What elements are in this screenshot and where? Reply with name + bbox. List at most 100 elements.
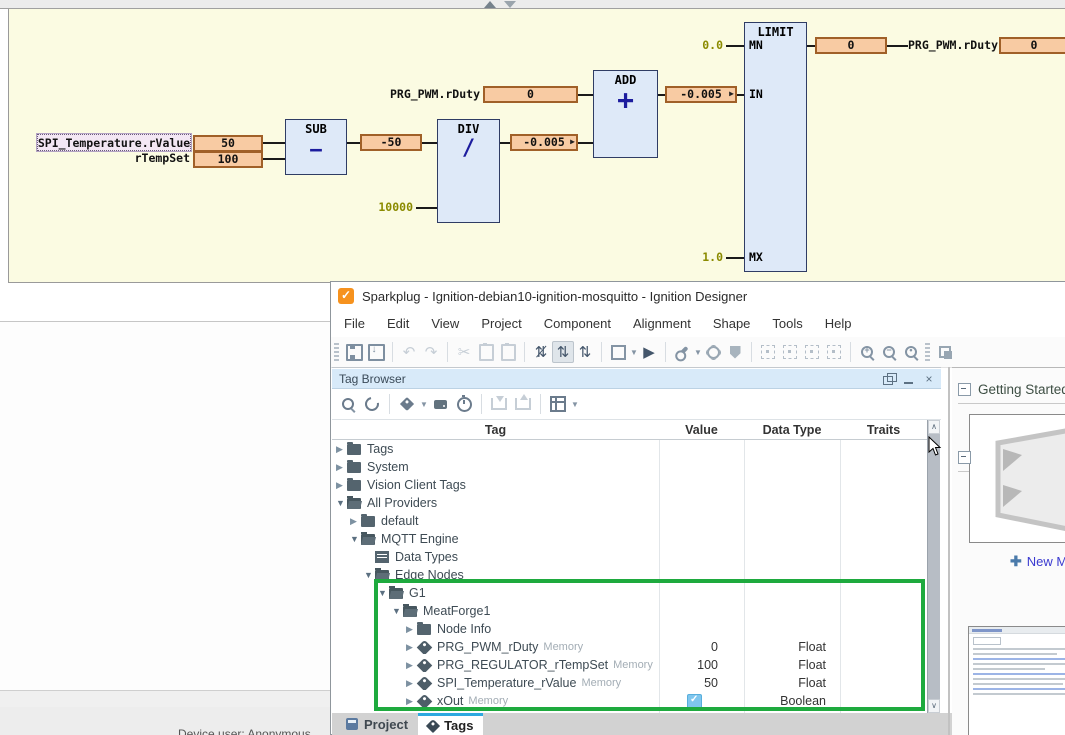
menu-file[interactable]: File — [333, 312, 376, 335]
expand-icon[interactable] — [336, 481, 347, 490]
collapse-box-icon[interactable] — [958, 383, 971, 396]
minimize-icon[interactable] — [903, 373, 915, 385]
splitter-down-icon[interactable] — [504, 1, 516, 8]
menu-view[interactable]: View — [420, 312, 470, 335]
fbd-value-box[interactable]: 50 — [193, 135, 263, 152]
save-commit-icon[interactable] — [365, 341, 387, 363]
paste-icon[interactable] — [497, 341, 519, 363]
layout-constraint-icon[interactable] — [801, 341, 823, 363]
collapse-icon[interactable] — [336, 499, 347, 508]
fbd-variable-spi-temperature[interactable]: SPI_Temperature.rValue — [37, 134, 191, 151]
comm-read-write-icon[interactable]: ⇅ — [574, 341, 596, 363]
splitter-up-icon[interactable] — [484, 1, 496, 8]
fbd-value-box[interactable]: 100 — [193, 151, 263, 168]
gear-icon[interactable] — [702, 341, 724, 363]
fbd-constant-1-0[interactable]: 1.0 — [683, 250, 723, 266]
export-icon[interactable] — [511, 393, 535, 415]
toolbar-grip[interactable] — [334, 343, 339, 361]
fbd-block-div[interactable]: DIV / — [437, 119, 500, 223]
zoom-actual-icon[interactable]: • — [900, 341, 922, 363]
undo-icon[interactable]: ↶ — [398, 341, 420, 363]
fbd-block-sub[interactable]: SUB − — [285, 119, 347, 175]
tree-row-vision-client-tags[interactable]: Vision Client Tags — [332, 476, 927, 494]
comm-off-icon[interactable]: ⇅̸ — [530, 341, 552, 363]
expand-icon[interactable] — [336, 463, 347, 472]
menu-tools[interactable]: Tools — [761, 312, 813, 335]
splitter-strip[interactable] — [0, 0, 1065, 9]
timer-icon[interactable] — [452, 393, 476, 415]
tab-project[interactable]: Project — [336, 713, 418, 735]
tag-browser-titlebar[interactable]: Tag Browser × — [332, 369, 941, 389]
recently-modified-thumbnail[interactable] — [968, 626, 1065, 735]
search-icon[interactable] — [336, 393, 360, 415]
expand-icon[interactable] — [336, 445, 347, 454]
paste-special-icon[interactable] — [475, 341, 497, 363]
scroll-up-icon[interactable]: ∧ — [928, 420, 940, 434]
fbd-constant-0-0[interactable]: 0.0 — [683, 38, 723, 54]
getting-started-thumbnail[interactable] — [969, 414, 1065, 543]
fbd-block-limit[interactable]: LIMIT MN IN MX — [744, 22, 807, 272]
column-header-value[interactable]: Value — [659, 420, 744, 439]
save-icon[interactable] — [343, 341, 365, 363]
new-main-window-link[interactable]: ✚ New M — [1010, 553, 1065, 570]
menu-help[interactable]: Help — [814, 312, 863, 335]
menu-shape[interactable]: Shape — [702, 312, 762, 335]
chevron-down-icon[interactable]: ▼ — [630, 348, 638, 357]
fbd-variable-prg-pwm-rduty-out[interactable]: PRG_PWM.rDuty — [908, 38, 1000, 54]
menu-alignment[interactable]: Alignment — [622, 312, 702, 335]
tree-row-mqtt-engine[interactable]: MQTT Engine — [332, 530, 927, 548]
layout-constraint-icon[interactable] — [779, 341, 801, 363]
shape-tool-icon[interactable] — [607, 341, 629, 363]
fbd-variable-prg-pwm-rduty[interactable]: PRG_PWM.rDuty — [370, 87, 480, 103]
zoom-in-icon[interactable]: + — [856, 341, 878, 363]
grid-icon[interactable] — [546, 393, 570, 415]
zoom-out-icon[interactable]: − — [878, 341, 900, 363]
chevron-down-icon[interactable]: ▼ — [694, 348, 702, 357]
chevron-down-icon[interactable]: ▼ — [571, 400, 579, 409]
scroll-down-icon[interactable]: ∨ — [928, 699, 940, 713]
layout-constraint-icon[interactable] — [823, 341, 845, 363]
comm-read-icon[interactable]: ⇅ — [552, 341, 574, 363]
panel-divider[interactable] — [948, 367, 950, 735]
column-header-datatype[interactable]: Data Type — [744, 420, 840, 439]
fbd-value-box[interactable]: -0.005▶ — [510, 134, 578, 151]
collapse-icon[interactable] — [350, 535, 361, 544]
tree-row-tags[interactable]: Tags — [332, 440, 927, 458]
window-titlebar[interactable]: Sparkplug - Ignition-debian10-ignition-m… — [331, 282, 1065, 310]
server-icon[interactable] — [428, 393, 452, 415]
redo-icon[interactable]: ↷ — [420, 341, 442, 363]
expand-icon[interactable] — [350, 517, 361, 526]
shield-icon[interactable] — [724, 341, 746, 363]
menu-project[interactable]: Project — [470, 312, 532, 335]
chevron-down-icon[interactable]: ▼ — [420, 400, 428, 409]
fbd-constant-10000[interactable]: 10000 — [360, 200, 413, 216]
fbd-value-box[interactable]: 0 — [815, 37, 887, 54]
float-panel-icon[interactable] — [883, 373, 895, 385]
close-icon[interactable]: × — [923, 373, 935, 385]
fbd-block-add[interactable]: ADD + — [593, 70, 658, 158]
tree-row-all-providers[interactable]: All Providers — [332, 494, 927, 512]
fbd-value-box[interactable]: 0 — [483, 86, 578, 103]
refresh-icon[interactable] — [360, 393, 384, 415]
import-icon[interactable] — [487, 393, 511, 415]
column-header-traits[interactable]: Traits — [840, 420, 927, 439]
tree-row-default[interactable]: default — [332, 512, 927, 530]
tree-row-system[interactable]: System — [332, 458, 927, 476]
preview-play-icon[interactable]: ▶ — [638, 341, 660, 363]
fbd-variable-rtempset[interactable]: rTempSet — [100, 151, 190, 167]
toolbar-grip[interactable] — [925, 343, 930, 361]
collapse-box-icon[interactable] — [958, 451, 971, 464]
fbd-value-box[interactable]: -50 — [360, 134, 422, 151]
vertical-scrollbar[interactable]: ∧ ∨ — [927, 420, 940, 713]
overlap-squares-icon[interactable] — [934, 341, 956, 363]
menu-edit[interactable]: Edit — [376, 312, 420, 335]
menu-component[interactable]: Component — [533, 312, 622, 335]
tree-row-data-types[interactable]: Data Types — [332, 548, 927, 566]
cut-icon[interactable]: ✂ — [453, 341, 475, 363]
layout-constraint-icon[interactable] — [757, 341, 779, 363]
fbd-value-box[interactable]: -0.005▶ — [665, 86, 737, 103]
wrench-icon[interactable] — [671, 341, 693, 363]
fbd-value-box[interactable]: 0 — [999, 37, 1065, 54]
tab-tags[interactable]: Tags — [418, 713, 483, 735]
add-tag-icon[interactable] — [395, 393, 419, 415]
